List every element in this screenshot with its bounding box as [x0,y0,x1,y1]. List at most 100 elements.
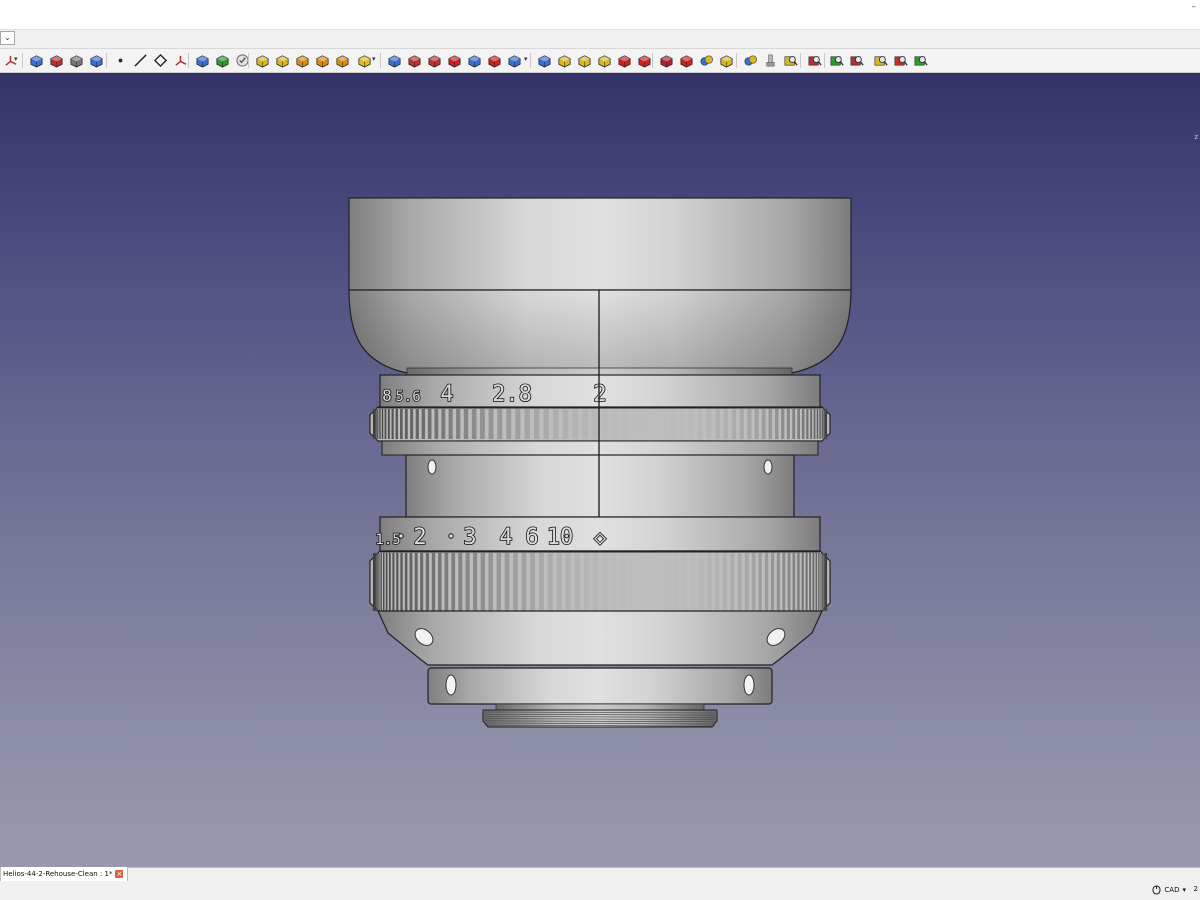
measure-refresh-icon[interactable] [892,52,909,69]
toolbar-dropdown-arrow[interactable]: ▾ [372,55,376,63]
measure-angular-icon[interactable] [872,52,889,69]
close-icon[interactable]: × [115,870,124,878]
lens-model[interactable]: 8 5.6 4 2.8 2 1.5 2 3 4 6 10 ◇ [0,73,1200,867]
knurl-tooth [621,409,628,439]
scaled-icon[interactable] [596,52,613,69]
knurl-tooth [387,409,390,439]
vertex-icon[interactable] [152,52,169,69]
revolution-icon[interactable] [294,52,311,69]
knurl-tooth [776,553,780,611]
knurl-tooth [715,409,720,439]
barrel-screw-right [763,459,773,475]
status-bar: CAD ▾ 2 [0,881,1200,900]
pad-icon[interactable] [254,52,271,69]
knurl-tooth [375,553,377,611]
toolbar-separator [248,53,249,68]
groove-icon[interactable] [314,52,331,69]
part-export-icon[interactable] [48,52,65,69]
pocket-blue-icon[interactable] [386,52,403,69]
polar-pattern-icon[interactable] [556,52,573,69]
knurl-tooth [631,409,638,439]
datum-axes-icon[interactable] [172,52,189,69]
knurl-tooth [385,553,388,611]
measure-all-icon[interactable] [912,52,929,69]
shaft-wizard-icon[interactable] [762,52,779,69]
multi-transform-icon[interactable] [576,52,593,69]
knurl-tooth [682,553,687,611]
knurl-tooth [823,409,825,439]
point-icon[interactable] [112,52,129,69]
knurl-tooth [825,409,828,439]
knurl-tooth [533,409,540,439]
hole-icon[interactable] [406,52,423,69]
part-cube-icon[interactable] [28,52,45,69]
subtractive-revolve-icon[interactable] [426,52,443,69]
knurl-tooth [391,409,394,439]
knurl-tooth [629,553,635,611]
focus-knurled-grip[interactable] [369,550,831,614]
additive-pipe-icon[interactable] [356,52,373,69]
subtractive-pipe-icon[interactable] [466,52,483,69]
lower-barrel[interactable] [377,610,823,666]
import-icon[interactable] [68,52,85,69]
lens-hood-cylinder[interactable] [348,197,852,291]
knurl-tooth [382,553,385,611]
thickness-icon[interactable] [678,52,695,69]
knurl-base [369,406,831,442]
draft-icon[interactable] [658,52,675,69]
navigation-style-selector[interactable]: CAD ▾ [1152,885,1186,895]
knurl-tooth [813,409,816,439]
mirrored-icon[interactable] [506,52,523,69]
sprocket-icon[interactable] [718,52,735,69]
shape-builder-icon[interactable] [88,52,105,69]
document-tab-bar: Helios-44-2-Rehouse-Clean : 1* × [0,867,1200,882]
boolean-icon[interactable] [698,52,715,69]
knurl-tooth [786,409,790,439]
line-icon[interactable] [132,52,149,69]
knurl-tooth [374,409,376,439]
shape-from-mesh-icon[interactable] [214,52,231,69]
toolbar-separator [824,53,825,68]
knurl-tooth [376,553,378,611]
knurl-tooth [515,409,521,439]
involute-gear-icon[interactable] [742,52,759,69]
knurl-tooth [797,553,800,611]
additive-loft-icon[interactable] [334,52,351,69]
knurl-tooth [818,553,820,611]
subtractive-helix-icon[interactable] [486,52,503,69]
m42-thread[interactable] [482,709,718,728]
box-primitive-icon[interactable] [194,52,211,69]
workbench-strip: ⌄ [0,30,1200,49]
measure-clear-icon[interactable] [806,52,823,69]
knurl-tooth [770,553,775,611]
pocket-icon[interactable] [274,52,291,69]
toolbar-dropdown-arrow[interactable]: ▾ [14,55,18,63]
measure-linear-icon[interactable] [848,52,865,69]
document-tab[interactable]: Helios-44-2-Rehouse-Clean : 1* × [0,867,129,882]
linear-pattern-icon[interactable] [536,52,553,69]
fillet-icon[interactable] [616,52,633,69]
measure-icon[interactable] [782,52,799,69]
window-control[interactable]: – [1192,2,1197,12]
mount-collar[interactable] [427,667,773,705]
knurl-tooth [592,409,598,439]
knurl-tooth [562,409,569,439]
chamfer-icon[interactable] [636,52,653,69]
knurl-tooth [782,553,786,611]
knurl-tooth [815,553,818,611]
knurl-tooth [774,409,779,439]
workbench-selector[interactable]: ⌄ [0,31,15,45]
middle-barrel[interactable] [405,454,795,518]
3d-viewport[interactable]: z 8 5.6 4 2.8 2 1.5 2 3 4 6 10 ◇ [0,73,1200,867]
subtractive-loft-icon[interactable] [446,52,463,69]
aperture-knurled-grip[interactable] [369,406,831,442]
knurl-tooth [465,553,470,611]
knurl-tooth [583,553,589,611]
knurl-tooth [448,409,453,439]
toolbar-separator [800,53,801,68]
knurl-tooth [823,553,825,611]
measure-toggle-icon[interactable] [828,52,845,69]
toolbar-dropdown-arrow[interactable]: ▾ [524,55,528,63]
navigation-style-label: CAD [1164,886,1180,894]
knurl-tooth [392,553,395,611]
